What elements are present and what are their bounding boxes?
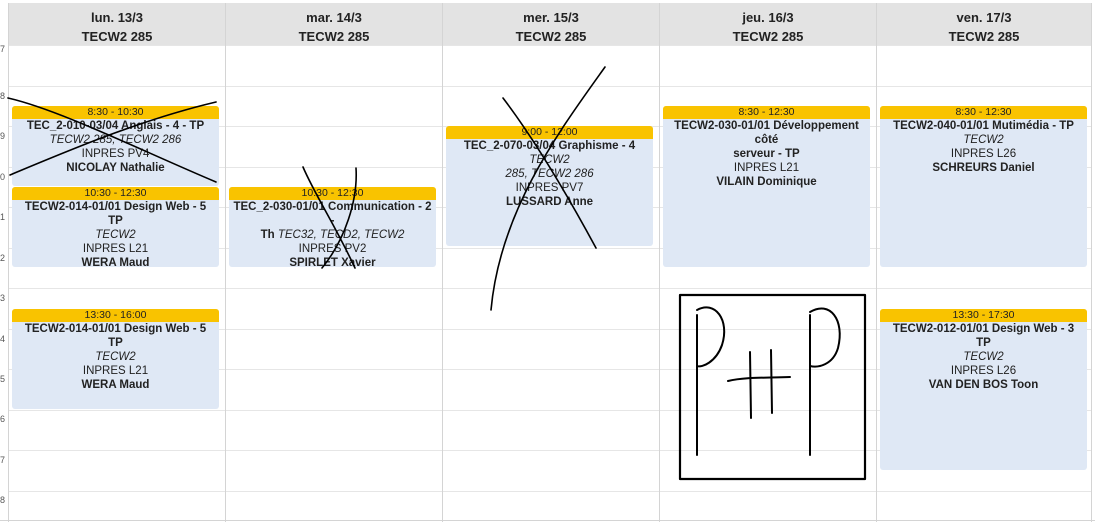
hour-tick: 5 [0,374,6,384]
event-teacher: SPIRLET Xavier [289,257,376,267]
hour-tick: 8 [0,495,6,505]
event-title-line: TEC_2-070-03/04 Graphisme - 4 TECW2 [446,139,653,167]
event-location: INPRES PV7 [515,182,584,194]
column-divider [442,3,443,522]
day-header-friday[interactable]: ven. 17/3 TECW2 285 [877,3,1091,45]
hour-tick: 0 [0,172,6,182]
calendar-event[interactable]: 8:30 - 12:30 TECW2-030-01/01 Développeme… [663,106,870,267]
event-time: 10:30 - 12:30 [229,187,436,200]
grid-line [8,288,1091,289]
event-location: INPRES PV4 [81,148,150,160]
event-title: TEC_2-070-03/04 Graphisme - 4 [463,140,636,152]
event-time: 8:30 - 12:30 [663,106,870,119]
hour-tick: 9 [0,131,6,141]
calendar-event[interactable]: 9:00 - 12:00 TEC_2-070-03/04 Graphisme -… [446,126,653,246]
grid-line [8,86,1091,87]
event-title: TECW2-040-01/01 Mutimédia - TP [893,120,1074,132]
event-groups: TECW2 285, TECW2 286 [49,134,182,146]
event-location: INPRES L26 [950,365,1017,377]
hour-tick: 4 [0,334,6,344]
hour-tick: 6 [0,414,6,424]
grid-line [8,45,1091,46]
event-location: INPRES L21 [82,243,149,255]
event-time: 13:30 - 17:30 [880,309,1087,322]
day-header-date: mar. 14/3 [306,10,362,25]
day-header-room: TECW2 285 [515,29,587,44]
event-location: INPRES L26 [950,148,1017,160]
event-location: INPRES L21 [733,162,800,174]
event-time: 13:30 - 16:00 [12,309,219,322]
grid-line [0,520,1095,521]
hour-tick: 7 [0,44,6,54]
event-time: 8:30 - 10:30 [12,106,219,119]
day-header-room: TECW2 285 [948,29,1020,44]
event-teacher: WERA Maud [81,257,150,267]
handwritten-box [678,293,867,481]
event-groups-continued: 285, TECW2 286 [505,168,594,180]
event-title: TEC_2-010-03/04 Anglais - 4 - TP [26,120,205,132]
weekly-calendar: 7 8 9 0 1 2 3 4 5 6 7 8 lun. 13/3 TECW2 … [0,0,1095,525]
column-divider [225,3,226,522]
event-title-tail: Th [260,229,275,241]
event-groups: TECW2 [95,351,136,363]
day-header-wednesday[interactable]: mer. 15/3 TECW2 285 [443,3,659,45]
day-header-room: TECW2 285 [732,29,804,44]
hour-tick: 8 [0,91,6,101]
calendar-event[interactable]: 13:30 - 17:30 TECW2-012-01/01 Design Web… [880,309,1087,470]
calendar-event[interactable]: 13:30 - 16:00 TECW2-014-01/01 Design Web… [12,309,219,409]
event-groups: TECW2 [529,154,570,166]
event-groups: TEC32, TECD2, TECW2 [277,229,405,241]
hour-tick: 1 [0,212,6,222]
event-title: TECW2-012-01/01 Design Web - 3 TP [892,323,1075,349]
calendar-event[interactable]: 8:30 - 12:30 TECW2-040-01/01 Mutimédia -… [880,106,1087,267]
event-title-continued: Th TEC32, TECD2, TECW2 [229,228,436,242]
day-header-date: mer. 15/3 [523,10,579,25]
event-groups: TECW2 [963,134,1004,146]
event-groups: TECW2 [963,351,1004,363]
calendar-event[interactable]: 10:30 - 12:30 TECW2-014-01/01 Design Web… [12,187,219,267]
event-groups: TECW2 [95,229,136,241]
event-location: INPRES PV2 [298,243,367,255]
event-time: 9:00 - 12:00 [446,126,653,139]
day-header-date: ven. 17/3 [956,10,1012,25]
column-divider [1091,3,1092,522]
column-divider [8,3,9,522]
handwritten-letter-p [809,307,841,368]
event-time: 10:30 - 12:30 [12,187,219,200]
event-time: 8:30 - 12:30 [880,106,1087,119]
hour-tick: 3 [0,293,6,303]
event-teacher: NICOLAY Nathalie [66,162,165,174]
hour-tick: 7 [0,455,6,465]
event-teacher: VILAIN Dominique [716,176,817,188]
calendar-event[interactable]: 8:30 - 10:30 TEC_2-010-03/04 Anglais - 4… [12,106,219,186]
handwritten-plus [727,376,791,382]
event-teacher: WERA Maud [81,379,150,391]
day-header-date: lun. 13/3 [90,10,144,25]
event-teacher: SCHREURS Daniel [932,162,1035,174]
event-title: TECW2-014-01/01 Design Web - 5 TP [24,323,207,349]
event-title: TECW2-030-01/01 Développement côté [674,120,859,146]
day-header-date: jeu. 16/3 [742,10,794,25]
handwritten-plus [749,351,752,419]
handwritten-letter-p [696,306,726,368]
event-title: TEC_2-030-01/01 Communication - 2 - [233,201,432,227]
column-divider [659,3,660,522]
event-teacher: LUSSARD Anne [505,196,594,208]
event-location: INPRES L21 [82,365,149,377]
handwritten-plus [770,349,773,414]
day-header-room: TECW2 285 [298,29,370,44]
event-title: TECW2-014-01/01 Design Web - 5 TP [24,201,207,227]
column-divider [876,3,877,522]
grid-line [8,491,1091,492]
event-teacher: VAN DEN BOS Toon [928,379,1039,391]
day-header-thursday[interactable]: jeu. 16/3 TECW2 285 [660,3,876,45]
day-header-room: TECW2 285 [81,29,153,44]
event-title-continued: serveur - TP [733,148,800,160]
calendar-event[interactable]: 10:30 - 12:30 TEC_2-030-01/01 Communicat… [229,187,436,267]
day-header-tuesday[interactable]: mar. 14/3 TECW2 285 [226,3,442,45]
day-header-monday[interactable]: lun. 13/3 TECW2 285 [9,3,225,45]
hour-tick: 2 [0,253,6,263]
